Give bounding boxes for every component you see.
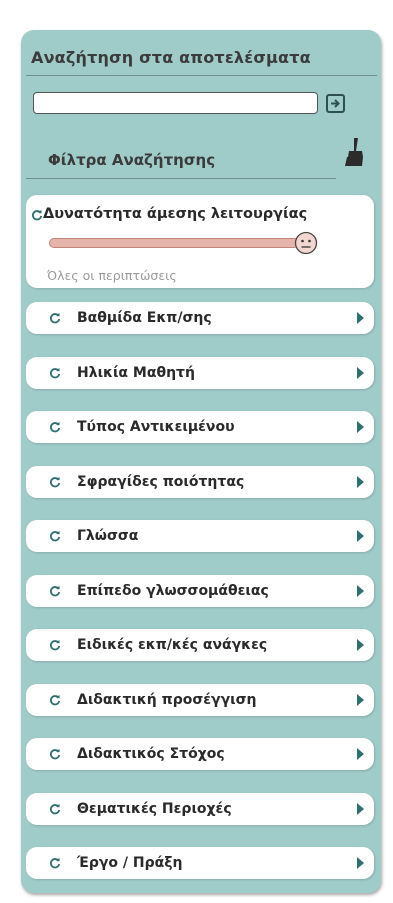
filter-label: Ειδικές εκπ/κές ανάγκες: [77, 637, 268, 653]
chevron-right-icon[interactable]: [357, 475, 364, 488]
refresh-icon[interactable]: [31, 209, 43, 221]
filters-title: Φίλτρα Αναζήτησης: [48, 151, 216, 169]
chevron-right-icon[interactable]: [357, 857, 364, 869]
refresh-icon[interactable]: [49, 312, 61, 324]
filter-label: Διδακτική προσέγγιση: [77, 691, 257, 708]
slider-handle-face-icon[interactable]: [294, 231, 318, 255]
filter-label: Σφραγίδες ποιότητας: [77, 473, 245, 490]
search-input[interactable]: [33, 92, 318, 114]
refresh-icon[interactable]: [49, 476, 61, 488]
filter-item[interactable]: Ειδικές εκπ/κές ανάγκες: [26, 629, 374, 661]
availability-value: Όλες οι περιπτώσεις: [47, 268, 177, 283]
search-submit-button[interactable]: [326, 94, 345, 113]
filter-item[interactable]: Σφραγίδες ποιότητας: [26, 465, 374, 498]
filter-label: Βαθμίδα Εκπ/σης: [77, 310, 212, 326]
filters-divider: [26, 178, 336, 179]
refresh-icon[interactable]: [49, 367, 61, 379]
panel-title: Αναζήτηση στα αποτελέσματα: [31, 48, 311, 67]
filter-label: Θεματικές Περιοχές: [77, 800, 232, 817]
filter-item[interactable]: Έργο / Πράξη: [26, 847, 374, 879]
filter-label: Έργο / Πράξη: [77, 855, 183, 871]
filter-item[interactable]: Διδακτική προσέγγιση: [26, 683, 374, 716]
refresh-icon[interactable]: [49, 639, 61, 651]
chevron-right-icon[interactable]: [357, 802, 364, 815]
filter-label: Επίπεδο γλωσσομάθειας: [77, 582, 269, 599]
refresh-icon[interactable]: [49, 857, 61, 869]
search-filters-panel: Αναζήτηση στα αποτελέσματα Φίλτρα Αναζήτ…: [21, 30, 381, 893]
filter-label: Διδακτικός Στόχος: [77, 746, 225, 762]
title-divider: [26, 75, 377, 76]
refresh-icon[interactable]: [49, 748, 61, 760]
chevron-right-icon[interactable]: [357, 693, 364, 706]
refresh-icon[interactable]: [49, 421, 61, 433]
chevron-right-icon[interactable]: [357, 639, 364, 651]
chevron-right-icon[interactable]: [357, 312, 364, 324]
filter-item[interactable]: Διδακτικός Στόχος: [26, 738, 374, 770]
refresh-icon[interactable]: [49, 803, 61, 815]
arrow-right-icon: [331, 99, 340, 108]
refresh-icon[interactable]: [49, 585, 61, 597]
filter-item[interactable]: Θεματικές Περιοχές: [26, 792, 374, 825]
filter-label: Ηλικία Μαθητή: [77, 364, 195, 381]
filter-item[interactable]: Ηλικία Μαθητή: [26, 356, 374, 389]
refresh-icon[interactable]: [49, 694, 61, 706]
chevron-right-icon[interactable]: [357, 748, 364, 760]
chevron-right-icon[interactable]: [357, 584, 364, 597]
filter-item[interactable]: Βαθμίδα Εκπ/σης: [26, 302, 374, 334]
filter-item[interactable]: Τύπος Αντικειμένου: [26, 411, 374, 443]
filter-label: Τύπος Αντικειμένου: [77, 419, 235, 435]
chevron-right-icon[interactable]: [357, 421, 364, 433]
availability-slider[interactable]: [49, 238, 299, 248]
filter-label: Γλώσσα: [77, 528, 139, 544]
brush-icon[interactable]: [341, 137, 365, 167]
filter-item[interactable]: Επίπεδο γλωσσομάθειας: [26, 574, 374, 607]
chevron-right-icon[interactable]: [357, 366, 364, 379]
refresh-icon[interactable]: [49, 530, 61, 542]
chevron-right-icon[interactable]: [357, 530, 364, 542]
availability-filter-card: Δυνατότητα άμεσης λειτουργίας Όλες οι πε…: [26, 195, 374, 288]
filter-item[interactable]: Γλώσσα: [26, 520, 374, 552]
availability-title: Δυνατότητα άμεσης λειτουργίας: [43, 206, 308, 222]
